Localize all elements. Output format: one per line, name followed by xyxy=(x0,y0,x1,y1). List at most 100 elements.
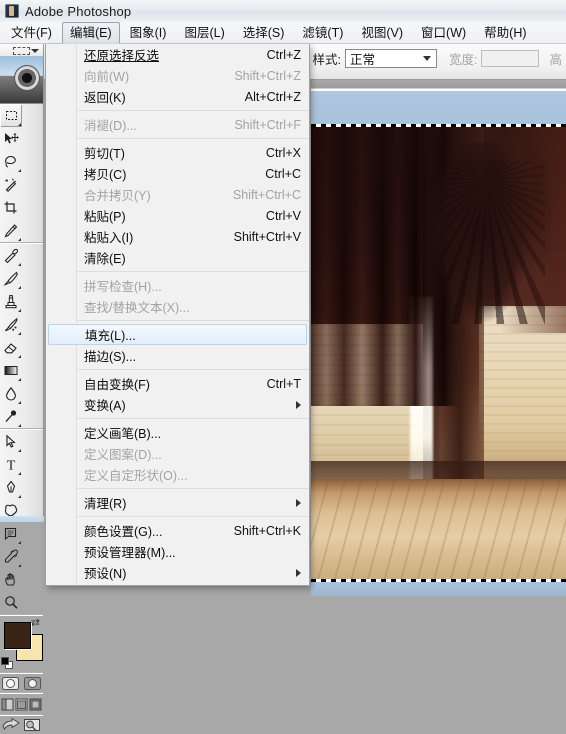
menu-item-label: 还原选择反选 xyxy=(84,49,160,63)
menu-item-label: 消褪(D)... xyxy=(84,119,137,133)
selection-marching-ants-top xyxy=(311,124,566,127)
edit-dropdown-menu[interactable]: 还原选择反选 Ctrl+Z 向前(W) Shift+Ctrl+Z 返回(K) A… xyxy=(45,44,310,586)
tool-move[interactable] xyxy=(0,127,22,150)
menu-item-label: 清除(E) xyxy=(84,252,126,266)
menu-item-accel: Ctrl+Z xyxy=(266,47,301,62)
menu-help[interactable]: 帮助(H) xyxy=(476,22,534,44)
menu-item-fade[interactable]: 消褪(D)... Shift+Ctrl+F xyxy=(46,114,309,135)
tool-blur[interactable] xyxy=(0,382,22,405)
full-screen-menubar-mode-button[interactable] xyxy=(14,694,28,714)
swap-colors-icon[interactable]: ⇄ xyxy=(31,618,40,629)
menu-view[interactable]: 视图(V) xyxy=(353,22,411,44)
menu-filter[interactable]: 滤镜(T) xyxy=(294,22,351,44)
tool-eyedropper[interactable] xyxy=(0,545,22,568)
default-colors-icon[interactable] xyxy=(1,657,13,669)
standard-screen-mode-button[interactable] xyxy=(0,694,14,714)
menu-item-transform[interactable]: 变换(A) xyxy=(46,394,309,415)
menu-select[interactable]: 选择(S) xyxy=(235,22,293,44)
menu-layer[interactable]: 图层(L) xyxy=(176,22,232,44)
quick-mask-mode-icon xyxy=(23,676,41,690)
menu-item-label: 粘贴(P) xyxy=(84,210,126,224)
tool-eraser[interactable] xyxy=(0,336,22,359)
menu-separator xyxy=(76,271,309,272)
tool-healing-brush[interactable] xyxy=(0,244,22,267)
menu-item-undo[interactable]: 还原选择反选 Ctrl+Z xyxy=(46,44,309,65)
menu-item-copy[interactable]: 拷贝(C) Ctrl+C xyxy=(46,163,309,184)
full-screen-mode-icon xyxy=(29,698,42,710)
canvas-gray-bottom xyxy=(311,596,566,622)
menu-separator xyxy=(76,516,309,517)
tool-crop[interactable] xyxy=(0,196,22,219)
menu-item-find-replace-text[interactable]: 查找/替换文本(X)... xyxy=(46,296,309,317)
menu-item-define-brush[interactable]: 定义画笔(B)... xyxy=(46,422,309,443)
menu-item-cut[interactable]: 剪切(T) Ctrl+X xyxy=(46,142,309,163)
tool-gradient[interactable] xyxy=(0,359,22,382)
menu-item-stroke[interactable]: 描边(S)... xyxy=(46,345,309,366)
menu-item-define-pattern[interactable]: 定义图案(D)... xyxy=(46,443,309,464)
move-tool-icon xyxy=(5,133,19,144)
menu-item-fill[interactable]: 填充(L)... xyxy=(48,324,307,345)
tool-notes[interactable] xyxy=(0,522,22,545)
menu-file[interactable]: 文件(F) xyxy=(3,22,60,44)
toolbox-banner-image xyxy=(0,57,43,104)
menu-item-purge[interactable]: 清理(R) xyxy=(46,492,309,513)
gradient-tool-icon xyxy=(4,366,18,375)
tool-dodge[interactable] xyxy=(0,405,22,428)
document-canvas[interactable] xyxy=(311,89,566,622)
foreground-color-swatch[interactable] xyxy=(4,622,31,649)
menu-item-paste[interactable]: 粘贴(P) Ctrl+V xyxy=(46,205,309,226)
tool-path-selection[interactable] xyxy=(0,430,22,453)
menu-item-check-spelling[interactable]: 拼写检查(H)... xyxy=(46,275,309,296)
tool-magic-wand[interactable] xyxy=(0,173,22,196)
tool-type[interactable]: T xyxy=(0,453,22,476)
tool-marquee-rectangular[interactable] xyxy=(0,104,22,127)
menu-item-define-custom-shape[interactable]: 定义自定形状(O)... xyxy=(46,464,309,485)
tool-slice[interactable] xyxy=(0,219,22,242)
menu-item-copy-merged[interactable]: 合并拷贝(Y) Shift+Ctrl+C xyxy=(46,184,309,205)
menu-image[interactable]: 图象(I) xyxy=(122,22,175,44)
style-select[interactable]: 正常 xyxy=(345,48,437,68)
tool-zoom[interactable] xyxy=(0,591,22,614)
painting-right-shadow xyxy=(499,124,566,334)
toolbox-drag-handle[interactable] xyxy=(0,44,43,57)
notes-tool-icon xyxy=(4,527,17,541)
document-window[interactable] xyxy=(311,80,566,622)
menu-item-accel: Alt+Ctrl+Z xyxy=(244,89,301,104)
menu-item-clear[interactable]: 清除(E) xyxy=(46,247,309,268)
canvas-bottom-band xyxy=(311,582,566,596)
menu-item-preset-manager[interactable]: 预设管理器(M)... xyxy=(46,541,309,562)
jump-to-imageready-button[interactable] xyxy=(0,716,21,734)
full-screen-mode-button[interactable] xyxy=(29,694,43,714)
selection-marching-ants-bottom xyxy=(311,579,566,582)
flyout-indicator xyxy=(18,564,21,567)
menu-item-step-backward[interactable]: 返回(K) Alt+Ctrl+Z xyxy=(46,86,309,107)
menu-item-color-settings[interactable]: 颜色设置(G)... Shift+Ctrl+K xyxy=(46,520,309,541)
tool-paintbrush[interactable] xyxy=(0,267,22,290)
menu-item-presets[interactable]: 预设(N) xyxy=(46,562,309,583)
clone-stamp-icon xyxy=(5,295,17,309)
width-input[interactable] xyxy=(481,49,540,67)
eraser-icon xyxy=(4,343,17,354)
menu-item-label: 查找/替换文本(X)... xyxy=(84,301,190,315)
style-select-value: 正常 xyxy=(350,52,376,67)
tool-clone-stamp[interactable] xyxy=(0,290,22,313)
interior-room-painting[interactable] xyxy=(311,124,566,579)
document-titlebar[interactable] xyxy=(311,80,566,89)
tool-history-brush[interactable] xyxy=(0,313,22,336)
magic-wand-icon xyxy=(5,178,17,192)
quick-mask-mode-button[interactable] xyxy=(22,674,43,692)
standard-mask-mode-icon xyxy=(2,676,20,690)
menu-item-free-transform[interactable]: 自由变换(F) Ctrl+T xyxy=(46,373,309,394)
menu-item-paste-into[interactable]: 粘贴入(I) Shift+Ctrl+V xyxy=(46,226,309,247)
menu-edit[interactable]: 编辑(E) xyxy=(61,21,120,44)
tool-lasso[interactable] xyxy=(0,150,22,173)
standard-mask-mode-button[interactable] xyxy=(0,674,21,692)
imageready-preview-button[interactable] xyxy=(22,716,43,734)
menu-item-step-forward[interactable]: 向前(W) Shift+Ctrl+Z xyxy=(46,65,309,86)
tool-hand[interactable] xyxy=(0,568,22,591)
crop-tool-icon xyxy=(4,201,17,214)
menu-window[interactable]: 窗口(W) xyxy=(413,22,474,44)
tool-pen[interactable] xyxy=(0,476,22,499)
menu-item-label: 拼写检查(H)... xyxy=(84,280,162,294)
menu-separator xyxy=(76,110,309,111)
